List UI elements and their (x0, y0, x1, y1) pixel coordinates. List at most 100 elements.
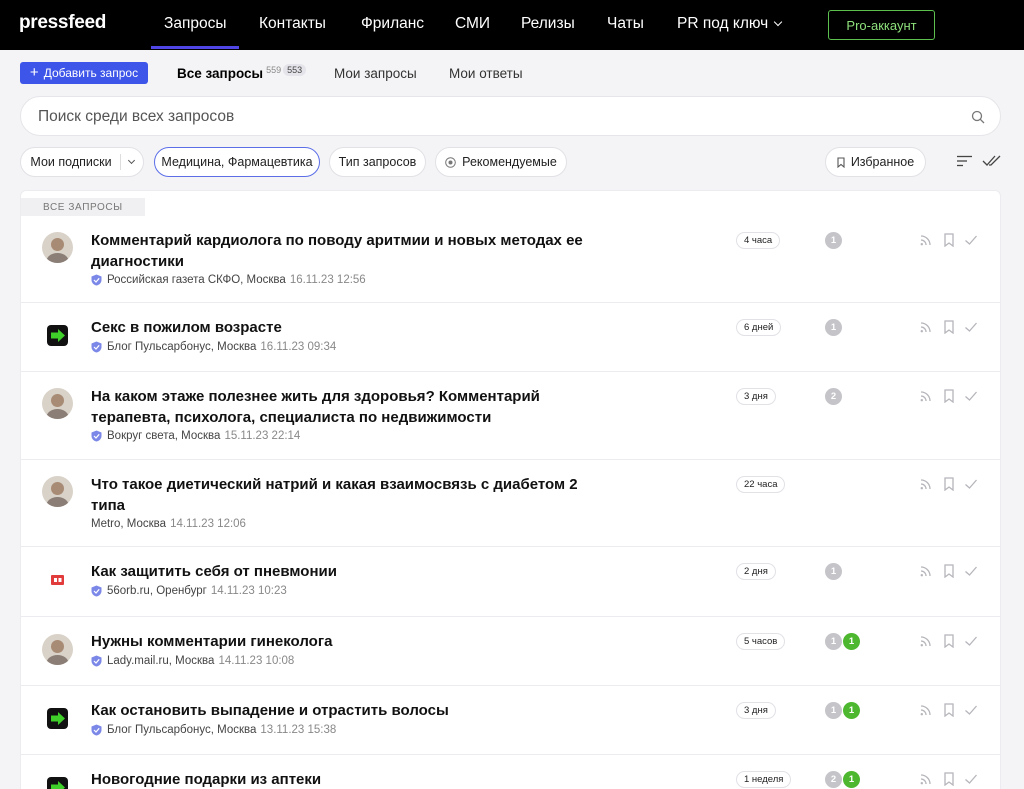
responses-count: 1 (825, 319, 842, 336)
bookmark-icon[interactable] (942, 634, 956, 648)
subscribe-feed-icon[interactable] (919, 320, 933, 334)
bookmark-icon[interactable] (942, 477, 956, 491)
nav-releases[interactable]: Релизы (521, 15, 575, 33)
request-meta: Блог Пульсарбонус, Москва 16.11.23 09:34 (91, 341, 336, 353)
bookmark-icon[interactable] (942, 233, 956, 247)
request-meta: 56orb.ru, Оренбург 14.11.23 10:23 (91, 585, 287, 597)
favorites-label: Избранное (850, 155, 915, 169)
search-icon[interactable] (971, 110, 985, 124)
request-meta: Российская газета СКФО, Москва 16.11.23 1… (91, 274, 366, 286)
request-title[interactable]: Что такое диетический натрий и какая вза… (91, 474, 591, 516)
tab-my-answers[interactable]: Мои ответы (449, 66, 523, 81)
nav-contacts[interactable]: Контакты (259, 15, 326, 33)
media-logo-icon (51, 575, 64, 585)
nav-pr-turnkey[interactable]: PR под ключ (677, 15, 783, 33)
avatar (42, 388, 73, 419)
nav-media[interactable]: СМИ (455, 15, 490, 33)
subscribe-feed-icon[interactable] (919, 703, 933, 717)
verified-shield-icon (91, 655, 102, 667)
media-source[interactable]: Российская газета СКФО, Москва (107, 274, 286, 286)
avatar (42, 320, 73, 351)
search-bar (20, 96, 1001, 136)
list-item[interactable]: Новогодние подарки из аптеки 1 неделя 2 1 (21, 755, 1000, 789)
bookmark-icon[interactable] (942, 772, 956, 786)
avatar (42, 388, 73, 419)
list-item[interactable]: Что такое диетический натрий и какая вза… (21, 460, 1000, 547)
request-title[interactable]: На каком этаже полезнее жить для здоровь… (91, 386, 591, 428)
request-meta: Lady.mail.ru, Москва 14.11.23 10:08 (91, 655, 294, 667)
tab-my-requests[interactable]: Мои запросы (334, 66, 417, 81)
list-item[interactable]: Секс в пожилом возрасте Блог Пульсарбонус… (21, 303, 1000, 372)
subscribe-feed-icon[interactable] (919, 634, 933, 648)
request-date: 16.11.23 12:56 (289, 274, 366, 286)
media-source[interactable]: Metro, Москва (91, 518, 166, 530)
list-item[interactable]: Нужны комментарии гинеколога Lady.mail.ru… (21, 617, 1000, 686)
age-badge: 3 дня (736, 388, 776, 405)
request-title[interactable]: Комментарий кардиолога по поводу аритмии… (91, 230, 591, 272)
media-source[interactable]: 56orb.ru, Оренбург (107, 585, 207, 597)
checkmark-icon[interactable] (964, 634, 978, 648)
request-title[interactable]: Нужны комментарии гинеколога (91, 631, 591, 652)
checkmark-icon[interactable] (964, 772, 978, 786)
nav-requests[interactable]: Запросы (151, 15, 238, 49)
favorites-filter[interactable]: Избранное (825, 147, 926, 177)
bookmark-icon[interactable] (942, 320, 956, 334)
sort-icon[interactable] (957, 155, 972, 167)
subscribe-feed-icon[interactable] (919, 389, 933, 403)
request-title[interactable]: Секс в пожилом возрасте (91, 317, 591, 338)
list-item[interactable]: Как остановить выпадение и отрастить вол… (21, 686, 1000, 755)
request-title[interactable]: Как защитить себя от пневмонии (91, 561, 591, 582)
age-badge: 2 дня (736, 563, 776, 580)
subscribe-feed-icon[interactable] (919, 233, 933, 247)
search-input[interactable] (38, 106, 938, 128)
checkmark-icon[interactable] (964, 564, 978, 578)
checkmark-icon[interactable] (964, 389, 978, 403)
checkmark-icon[interactable] (964, 477, 978, 491)
request-date: 13.11.23 15:38 (260, 724, 337, 736)
request-title[interactable]: Новогодние подарки из аптеки (91, 769, 591, 789)
bookmark-icon[interactable] (942, 703, 956, 717)
checkmark-icon[interactable] (964, 233, 978, 247)
age-badge: 6 дней (736, 319, 782, 336)
bookmark-icon (837, 156, 845, 168)
nav-chats[interactable]: Чаты (607, 15, 644, 33)
list-item[interactable]: Как защитить себя от пневмонии 56orb.ru, … (21, 547, 1000, 617)
media-source[interactable]: Блог Пульсарбонус, Москва (107, 724, 256, 736)
nav-pr-label: PR под ключ (677, 15, 769, 32)
subscribe-feed-icon[interactable] (919, 477, 933, 491)
request-date: 16.11.23 09:34 (260, 341, 337, 353)
mark-all-read-icon[interactable] (982, 155, 1001, 167)
checkmark-icon[interactable] (964, 320, 978, 334)
responses-count: 2 (825, 388, 842, 405)
bookmark-icon[interactable] (942, 564, 956, 578)
subscriptions-filter[interactable]: Мои подписки (20, 147, 144, 177)
media-source[interactable]: Блог Пульсарбонус, Москва (107, 341, 256, 353)
list-item[interactable]: На каком этаже полезнее жить для здоровь… (21, 372, 1000, 460)
category-filter[interactable]: Медицина, Фармацевтика (154, 147, 320, 177)
request-type-filter[interactable]: Тип запросов (329, 147, 426, 177)
avatar (42, 476, 73, 507)
pro-account-button[interactable]: Pro-аккаунт (828, 10, 935, 40)
tab-all-requests[interactable]: Все запросы 559 553 (177, 64, 307, 81)
request-title[interactable]: Как остановить выпадение и отрастить вол… (91, 700, 591, 721)
new-requests-badge: 553 (283, 64, 307, 76)
chevron-down-icon[interactable] (127, 156, 135, 165)
nav-freelance[interactable]: Фриланс (361, 15, 424, 33)
requests-list: ВСЕ ЗАПРОСЫ Комментарий кардиолога по по… (20, 190, 1001, 789)
recommended-label: Рекомендуемые (462, 155, 557, 169)
checkmark-icon[interactable] (964, 703, 978, 717)
bookmark-icon[interactable] (942, 389, 956, 403)
add-request-button[interactable]: + Добавить запрос (20, 62, 148, 84)
age-badge: 4 часа (736, 232, 781, 249)
age-badge: 22 часа (736, 476, 786, 493)
subscribe-feed-icon[interactable] (919, 564, 933, 578)
plus-icon: + (29, 64, 39, 81)
verified-shield-icon (91, 274, 102, 286)
media-source[interactable]: Вокруг света, Москва (107, 430, 220, 442)
list-item[interactable]: Комментарий кардиолога по поводу аритмии… (21, 216, 1000, 303)
logo[interactable]: pressfeed (19, 12, 106, 34)
recommended-filter[interactable]: Рекомендуемые (435, 147, 567, 177)
subscribe-feed-icon[interactable] (919, 772, 933, 786)
request-date: 14.11.23 10:23 (210, 585, 287, 597)
media-source[interactable]: Lady.mail.ru, Москва (107, 655, 214, 667)
